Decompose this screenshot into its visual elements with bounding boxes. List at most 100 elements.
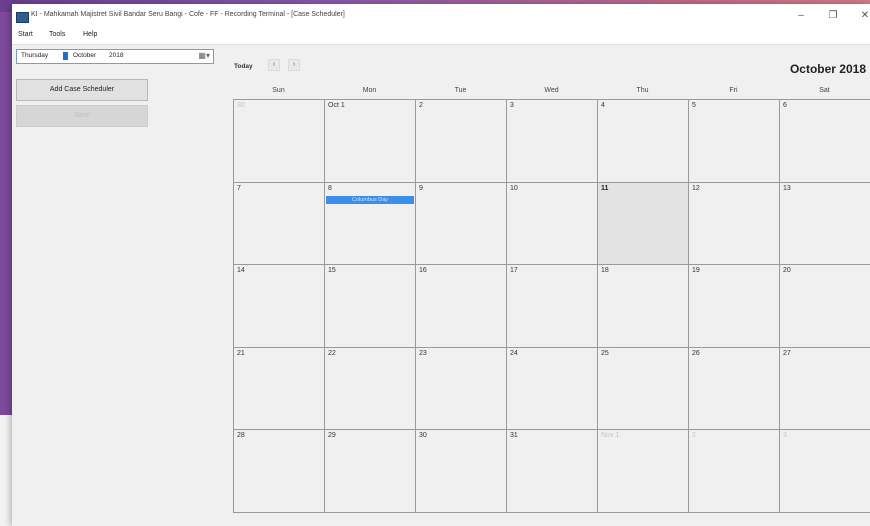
weekday-sat: Sat bbox=[819, 87, 830, 94]
month-title: October 2018 bbox=[789, 62, 866, 76]
day-number: 7 bbox=[237, 184, 241, 192]
day-cell[interactable]: 22 bbox=[325, 347, 416, 431]
menu-start[interactable]: Start bbox=[18, 31, 33, 38]
day-cell[interactable]: 8 Columbus Day bbox=[325, 182, 416, 266]
day-number: 30 bbox=[237, 102, 245, 109]
day-number: 30 bbox=[419, 432, 427, 440]
date-month: October bbox=[73, 52, 97, 59]
day-cell[interactable]: 31 bbox=[507, 430, 598, 513]
weekday-tue: Tue bbox=[454, 87, 467, 94]
date-cursor bbox=[63, 52, 68, 60]
day-cell[interactable]: 19 bbox=[689, 265, 780, 348]
day-number: 9 bbox=[419, 184, 423, 192]
day-number: 16 bbox=[419, 267, 427, 275]
day-cell[interactable]: 4 bbox=[598, 100, 689, 183]
day-number: 5 bbox=[692, 102, 696, 109]
day-cell[interactable]: 7 bbox=[234, 182, 325, 266]
day-cell[interactable]: 30 bbox=[416, 430, 507, 513]
day-number: 24 bbox=[510, 349, 518, 357]
app-icon bbox=[16, 12, 29, 23]
weekday-mon: Mon bbox=[362, 87, 377, 94]
day-number: 3 bbox=[510, 102, 514, 109]
day-number: 28 bbox=[237, 432, 245, 440]
day-cell[interactable]: 29 bbox=[325, 430, 416, 513]
day-number: 22 bbox=[328, 349, 336, 357]
prev-month-icon[interactable]: ‹ bbox=[268, 59, 280, 71]
day-number: 25 bbox=[601, 349, 609, 357]
day-number: 3 bbox=[783, 432, 787, 440]
day-cell[interactable]: 28 bbox=[234, 430, 325, 513]
next-month-icon[interactable]: › bbox=[288, 59, 300, 71]
minimize-button[interactable]: – bbox=[790, 9, 812, 23]
day-cell[interactable]: 2 bbox=[416, 100, 507, 183]
day-cell[interactable]: 25 bbox=[598, 347, 689, 431]
day-cell[interactable]: 11 bbox=[598, 182, 689, 266]
day-cell[interactable]: 23 bbox=[416, 347, 507, 431]
day-cell[interactable]: 5 bbox=[689, 100, 780, 183]
day-number: 29 bbox=[328, 432, 336, 440]
day-cell[interactable]: 18 bbox=[598, 265, 689, 348]
weekday-sun: Sun bbox=[272, 87, 285, 94]
day-number: 27 bbox=[783, 349, 791, 357]
menu-tools[interactable]: Tools bbox=[49, 31, 65, 38]
day-number: 2 bbox=[692, 432, 696, 440]
day-cell[interactable]: 17 bbox=[507, 265, 598, 348]
day-cell[interactable]: 14 bbox=[234, 265, 325, 348]
day-cell[interactable]: Nov 1 bbox=[598, 430, 689, 513]
day-number: 4 bbox=[601, 102, 605, 109]
day-number: 26 bbox=[692, 349, 700, 357]
day-number: 6 bbox=[783, 102, 787, 109]
day-number: 14 bbox=[237, 267, 245, 275]
day-cell[interactable]: 26 bbox=[689, 347, 780, 431]
day-number: 17 bbox=[510, 267, 518, 275]
day-cell[interactable]: 6 bbox=[780, 100, 870, 183]
weekday-wed: Wed bbox=[544, 87, 559, 94]
day-number: 19 bbox=[692, 267, 700, 275]
day-number: 13 bbox=[783, 184, 791, 192]
app-window: KI - Mahkamah Majistret Sivil Bandar Ser… bbox=[12, 4, 870, 526]
today-button[interactable]: Today bbox=[234, 63, 253, 70]
day-cell[interactable]: 15 bbox=[325, 265, 416, 348]
menu-bar: Start Tools Help bbox=[12, 28, 870, 45]
day-number: Nov 1 bbox=[601, 432, 620, 440]
day-cell[interactable]: 10 bbox=[507, 182, 598, 266]
day-cell[interactable]: 13 bbox=[780, 182, 870, 266]
save-button: Save bbox=[16, 105, 148, 127]
day-number: Oct 1 bbox=[328, 102, 345, 109]
day-cell[interactable]: 12 bbox=[689, 182, 780, 266]
day-number: 23 bbox=[419, 349, 427, 357]
day-cell[interactable]: 2 bbox=[689, 430, 780, 513]
date-picker[interactable]: Thursday October 2018 ▦▾ bbox=[16, 49, 214, 64]
calendar-dropdown-icon[interactable]: ▦▾ bbox=[198, 51, 210, 61]
day-cell[interactable]: 24 bbox=[507, 347, 598, 431]
day-number: 15 bbox=[328, 267, 336, 275]
day-number: 8 bbox=[328, 184, 332, 192]
day-cell[interactable]: 21 bbox=[234, 347, 325, 431]
day-number: 21 bbox=[237, 349, 245, 357]
day-number: 2 bbox=[419, 102, 423, 109]
day-number: 18 bbox=[601, 267, 609, 275]
day-number: 10 bbox=[510, 184, 518, 192]
maximize-button[interactable]: ❐ bbox=[822, 9, 844, 23]
day-cell[interactable]: 30 bbox=[234, 100, 325, 183]
day-cell[interactable]: 16 bbox=[416, 265, 507, 348]
title-bar: KI - Mahkamah Majistret Sivil Bandar Ser… bbox=[12, 4, 870, 28]
date-year: 2018 bbox=[109, 52, 124, 59]
day-cell[interactable]: 20 bbox=[780, 265, 870, 348]
add-case-scheduler-button[interactable]: Add Case Scheduler bbox=[16, 79, 148, 101]
menu-help[interactable]: Help bbox=[83, 31, 97, 38]
window-title: KI - Mahkamah Majistret Sivil Bandar Ser… bbox=[31, 11, 345, 18]
day-cell[interactable]: 27 bbox=[780, 347, 870, 431]
day-cell[interactable]: Oct 1 bbox=[325, 100, 416, 183]
close-button[interactable]: ✕ bbox=[854, 9, 870, 23]
day-number: 11 bbox=[601, 184, 609, 192]
day-number: 12 bbox=[692, 184, 700, 192]
date-weekday: Thursday bbox=[21, 52, 49, 59]
day-cell[interactable]: 3 bbox=[507, 100, 598, 183]
calendar-event[interactable]: Columbus Day bbox=[326, 195, 414, 204]
day-cell[interactable]: 3 bbox=[780, 430, 870, 513]
day-cell[interactable]: 9 bbox=[416, 182, 507, 266]
weekday-thu: Thu bbox=[636, 87, 649, 94]
day-number: 20 bbox=[783, 267, 791, 275]
day-number: 31 bbox=[510, 432, 518, 440]
